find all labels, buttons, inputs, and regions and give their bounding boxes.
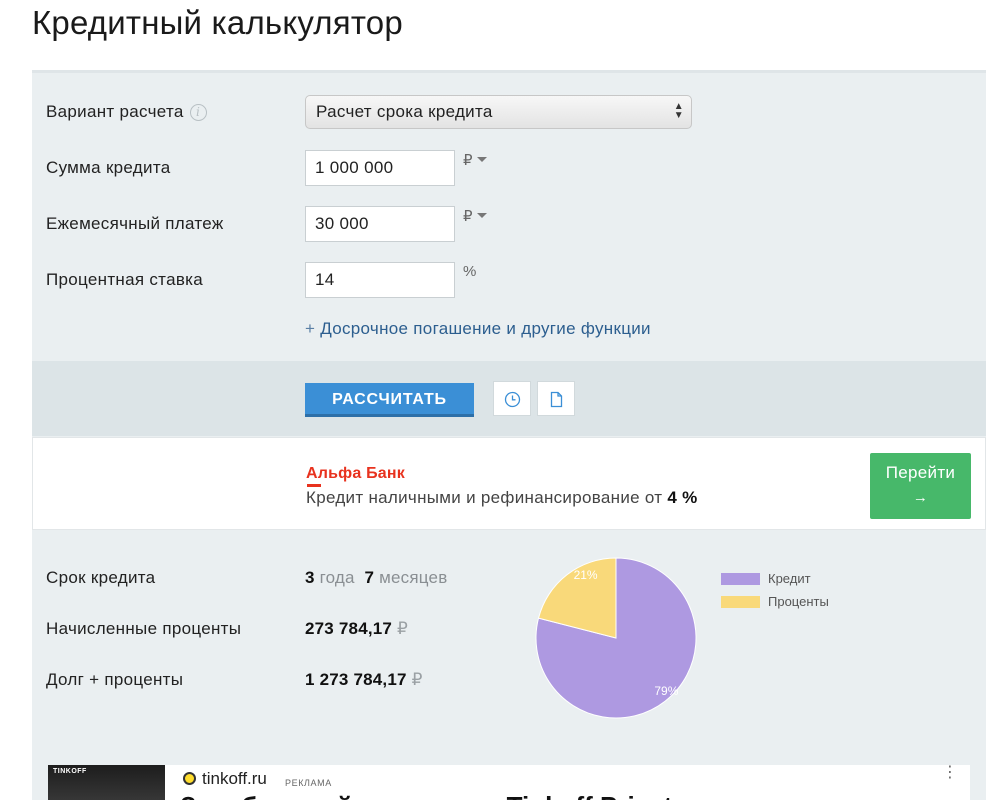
- pie-label-0: 79%: [654, 684, 678, 698]
- ad-thumbnail: TINKOFF: [48, 765, 165, 800]
- amount-currency-select[interactable]: ₽: [463, 151, 487, 169]
- chevron-down-icon: [476, 213, 487, 218]
- interest-value: 273 784,17 ₽: [305, 619, 409, 638]
- legend-swatch: [721, 595, 760, 608]
- pie-chart: 79% 21%: [535, 557, 697, 719]
- total-label: Долг + проценты: [46, 670, 184, 689]
- payment-input[interactable]: 30 000: [305, 206, 455, 242]
- ad-tag: РЕКЛАМА: [285, 778, 332, 788]
- clock-icon: [504, 391, 521, 408]
- amount-input[interactable]: 1 000 000: [305, 150, 455, 186]
- bank-ad[interactable]: Альфа Банк Кредит наличными и рефинансир…: [32, 437, 986, 530]
- chart-legend: Кредит Проценты: [721, 567, 829, 613]
- select-arrows-icon: ▲ ▼: [673, 101, 684, 121]
- term-value: 3 года 7 месяцев: [305, 568, 448, 587]
- legend-item-0: Кредит: [721, 567, 829, 590]
- total-value: 1 273 784,17 ₽: [305, 670, 423, 689]
- plus-icon: +: [305, 319, 316, 338]
- legend-swatch: [721, 572, 760, 585]
- page-title: Кредитный калькулятор: [32, 4, 403, 41]
- document-icon: [550, 391, 563, 408]
- pie-label-1: 21%: [574, 568, 598, 582]
- calculator-panel: Вариант расчета i Расчет срока кредита ▲ ▼…: [32, 70, 986, 800]
- ad-headline: Зарабатывайте вместе с Tinkoff Private: [180, 791, 687, 800]
- info-icon[interactable]: i: [189, 104, 207, 121]
- payment-currency-select[interactable]: ₽: [463, 207, 487, 225]
- legend-item-1: Проценты: [721, 590, 829, 613]
- rate-input[interactable]: 14: [305, 262, 455, 298]
- term-label: Срок кредита: [46, 568, 156, 587]
- go-button[interactable]: Перейти →: [870, 453, 971, 519]
- payment-label: Ежемесячный платеж: [46, 214, 224, 233]
- export-document-button[interactable]: [537, 381, 575, 416]
- logo-underline: [307, 484, 321, 487]
- amount-label: Сумма кредита: [46, 158, 171, 177]
- action-bar: РАССЧИТАТЬ: [32, 361, 986, 436]
- variant-select[interactable]: Расчет срока кредита ▲ ▼: [305, 95, 692, 129]
- arrow-right-icon: →: [912, 489, 929, 506]
- rate-label: Процентная ставка: [46, 270, 204, 289]
- variant-label: Вариант расчета i: [46, 102, 207, 122]
- history-button[interactable]: [493, 381, 531, 416]
- tinkoff-ad[interactable]: TINKOFF tinkoff.ru РЕКЛАМА ⋮ Зарабатывай…: [48, 765, 970, 800]
- interest-label: Начисленные проценты: [46, 619, 242, 638]
- chevron-down-icon: [476, 157, 487, 162]
- calculate-button[interactable]: РАССЧИТАТЬ: [305, 383, 474, 417]
- ad-domain: tinkoff.ru: [183, 769, 267, 789]
- ad-text: Кредит наличными и рефинансирование от 4…: [306, 488, 698, 507]
- rate-unit: %: [463, 263, 477, 280]
- more-menu-icon[interactable]: ⋮: [942, 765, 958, 781]
- alfa-bank-logo: Альфа Банк: [306, 465, 405, 487]
- legend-label: Проценты: [768, 594, 829, 609]
- more-options-link[interactable]: + Досрочное погашение и другие функции: [305, 319, 651, 339]
- tinkoff-logo-icon: [183, 772, 196, 785]
- legend-label: Кредит: [768, 571, 811, 586]
